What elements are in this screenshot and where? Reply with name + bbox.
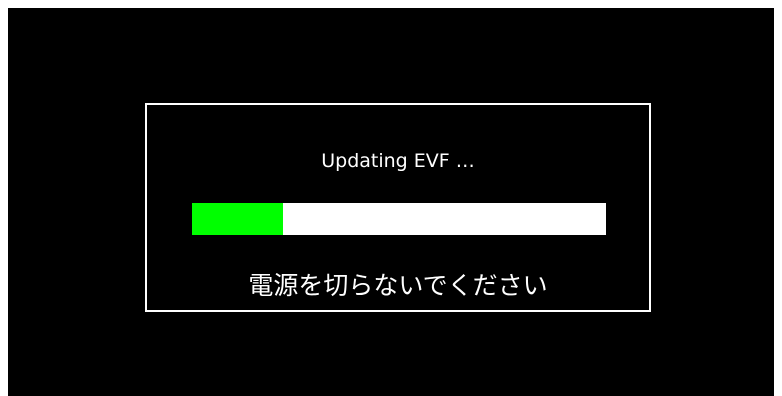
update-screen: Updating EVF … 電源を切らないでください <box>8 8 774 396</box>
update-dialog: Updating EVF … 電源を切らないでください <box>145 103 651 312</box>
progress-bar <box>192 203 606 235</box>
progress-bar-fill <box>192 203 284 235</box>
update-status-text: Updating EVF … <box>321 150 475 172</box>
power-warning-text: 電源を切らないでください <box>248 271 548 300</box>
